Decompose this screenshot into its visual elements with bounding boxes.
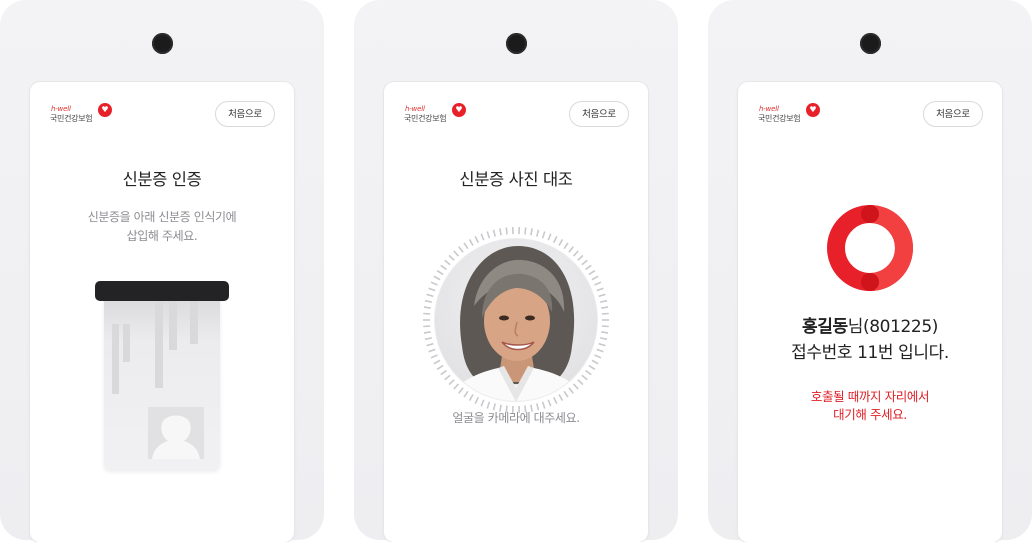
card-bar (155, 288, 163, 388)
nhis-logo: h-well 국민건강보험 ♥ (404, 102, 484, 128)
nhis-logo: h-well 국민건강보험 ♥ (758, 102, 838, 128)
kiosk-device-reception: h-well 국민건강보험 ♥ 처음으로 홍길동님(801225) 접수번호 1… (708, 0, 1032, 540)
card-bar (123, 324, 130, 362)
home-button[interactable]: 처음으로 (569, 101, 629, 127)
heart-icon: ♥ (98, 103, 112, 117)
camera-icon (152, 33, 173, 54)
completion-ring-icon (824, 202, 916, 294)
wait-message: 호출될 때까지 자리에서 대기해 주세요. (738, 388, 1002, 424)
card-photo-icon (148, 407, 204, 459)
patient-name: 홍길동님(801225) (738, 312, 1002, 337)
receipt-number: 접수번호 11번 입니다. (738, 338, 1002, 363)
page-title: 신분증 사진 대조 (384, 166, 648, 190)
home-button[interactable]: 처음으로 (923, 101, 983, 127)
id-card-illustration (104, 288, 220, 470)
nhis-logo: h-well 국민건강보험 ♥ (50, 102, 130, 128)
heart-icon: ♥ (452, 103, 466, 117)
guide-text: 얼굴을 카메라에 대주세요. (422, 409, 610, 426)
face-capture-frame: 얼굴을 카메라에 대주세요. (422, 226, 610, 414)
card-reader-slot (95, 281, 229, 301)
heart-icon: ♥ (806, 103, 820, 117)
face-portrait (422, 226, 610, 414)
kiosk-screen: h-well 국민건강보험 ♥ 처음으로 신분증 사진 대조 (384, 82, 648, 542)
page-title: 신분증 인증 (30, 166, 294, 190)
kiosk-screen: h-well 국민건강보험 ♥ 처음으로 신분증 인증 신분증을 아래 신분증 … (30, 82, 294, 542)
camera-icon (860, 33, 881, 54)
card-bar (112, 324, 119, 394)
kiosk-device-id-auth: h-well 국민건강보험 ♥ 처음으로 신분증 인증 신분증을 아래 신분증 … (0, 0, 324, 540)
kiosk-device-photo-match: h-well 국민건강보험 ♥ 처음으로 신분증 사진 대조 (354, 0, 678, 540)
kiosk-screen: h-well 국민건강보험 ♥ 처음으로 홍길동님(801225) 접수번호 1… (738, 82, 1002, 542)
camera-icon (506, 33, 527, 54)
instruction-text: 신분증을 아래 신분증 인식기에 삽입해 주세요. (30, 208, 294, 246)
home-button[interactable]: 처음으로 (215, 101, 275, 127)
